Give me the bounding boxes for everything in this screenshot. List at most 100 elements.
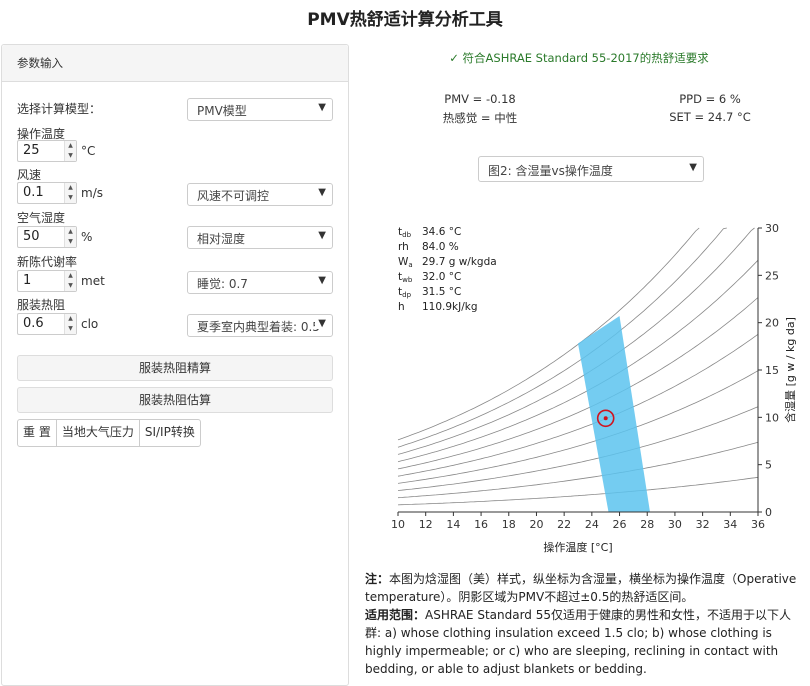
air-speed-unit: m/s — [81, 186, 103, 200]
chevron-down-icon: ▼ — [315, 230, 326, 241]
x-tick-label: 18 — [502, 518, 516, 531]
readout-value: 31.5 °C — [422, 286, 461, 298]
air-speed-value: 0.1 — [23, 185, 44, 200]
x-tick-label: 36 — [751, 518, 765, 531]
up-arrow-icon[interactable]: ▲ — [65, 183, 76, 193]
down-arrow-icon[interactable]: ▼ — [65, 151, 76, 161]
readout-symbol: h — [398, 301, 405, 313]
current-state-point — [603, 416, 608, 421]
y-axis-label: 含湿量 [g w / kg da] — [783, 317, 797, 423]
up-arrow-icon[interactable]: ▲ — [65, 141, 76, 151]
readout-symbol: twb — [398, 271, 413, 284]
humidity-select-value: 相对湿度 — [197, 232, 246, 246]
down-arrow-icon[interactable]: ▼ — [65, 281, 76, 291]
op-temp-unit: °C — [81, 144, 96, 158]
chevron-down-icon: ▼ — [315, 187, 326, 198]
met-value: 1 — [23, 273, 32, 288]
x-tick-label: 24 — [585, 518, 599, 531]
spinner-arrows[interactable]: ▲ ▼ — [64, 141, 76, 161]
scope-label: 适用范围： — [365, 608, 426, 622]
readout-symbol: Wa — [398, 256, 413, 269]
x-tick-label: 20 — [529, 518, 543, 531]
spinner-arrows[interactable]: ▲ ▼ — [64, 271, 76, 291]
readout-value: 32.0 °C — [422, 271, 461, 283]
clo-detail-button[interactable]: 服装热阻精算 — [17, 355, 333, 381]
chart-select[interactable]: 图2: 含湿量vs操作温度 ▼ — [478, 156, 704, 182]
up-arrow-icon[interactable]: ▲ — [65, 227, 76, 237]
clo-select[interactable]: 夏季室内典型着装: 0.5 ▼ — [187, 314, 333, 337]
y-tick-label: 5 — [765, 459, 772, 472]
spinner-arrows[interactable]: ▲ ▼ — [64, 183, 76, 203]
clo-value: 0.6 — [23, 316, 44, 331]
readout-symbol: tdb — [398, 226, 412, 239]
y-tick-label: 10 — [765, 411, 779, 424]
rh-curve-10 — [397, 476, 759, 506]
readout-symbol: tdp — [398, 286, 412, 299]
model-label: 选择计算模型： — [17, 102, 102, 116]
psychrometric-chart[interactable]: 10 12 14 16 18 20 22 24 26 28 30 32 34 360 5 10 15 20 25 30… — [360, 215, 810, 560]
note-text: 本图为焓湿图（美）样式，纵坐标为含湿量，横坐标为操作温度（Operative t… — [365, 572, 797, 604]
down-arrow-icon[interactable]: ▼ — [65, 237, 76, 247]
op-temp-input[interactable]: 25 ▲ ▼ — [17, 140, 77, 162]
down-arrow-icon[interactable]: ▼ — [65, 324, 76, 334]
x-tick-label: 34 — [723, 518, 737, 531]
x-tick-label: 32 — [696, 518, 710, 531]
readout-value: 34.6 °C — [422, 226, 461, 238]
air-speed-input[interactable]: 0.1 ▲ ▼ — [17, 182, 77, 204]
x-tick-label: 26 — [613, 518, 627, 531]
sensation-result: 热感觉 = 中性 — [442, 111, 518, 125]
rh-curve-60 — [397, 297, 759, 470]
up-arrow-icon[interactable]: ▲ — [65, 314, 76, 324]
pressure-button[interactable]: 当地大气压力 — [57, 420, 140, 446]
clo-estimate-button[interactable]: 服装热阻估算 — [17, 387, 333, 413]
rh-curve-40 — [397, 370, 759, 484]
clo-label: 服装热阻 — [17, 298, 66, 312]
chevron-down-icon: ▼ — [315, 275, 326, 286]
readout-value: 84.0 % — [422, 241, 459, 253]
air-speed-select[interactable]: 风速不可调控 ▼ — [187, 183, 333, 206]
air-speed-select-value: 风速不可调控 — [197, 189, 270, 203]
x-tick-label: 22 — [557, 518, 571, 531]
clo-input[interactable]: 0.6 ▲ ▼ — [17, 313, 77, 335]
spinner-arrows[interactable]: ▲ ▼ — [64, 227, 76, 247]
y-tick-label: 0 — [765, 506, 772, 519]
chevron-down-icon: ▼ — [689, 162, 697, 173]
clo-select-value: 夏季室内典型着装: 0.5 — [197, 320, 320, 334]
humidity-value: 50 — [23, 229, 40, 244]
down-arrow-icon[interactable]: ▼ — [65, 193, 76, 203]
scope-text: ASHRAE Standard 55仅适用于健康的男性和女性，不适用于以下人群:… — [365, 608, 791, 676]
met-select[interactable]: 睡觉: 0.7 ▼ — [187, 271, 333, 294]
x-tick-label: 12 — [419, 518, 433, 531]
x-axis-label: 操作温度 [°C] — [543, 540, 612, 554]
x-tick-label: 30 — [668, 518, 682, 531]
note-label: 注： — [365, 572, 390, 586]
pmv-result: PMV = -0.18 — [444, 92, 516, 106]
ppd-result: PPD = 6 % — [679, 92, 741, 106]
parameter-panel: 参数输入 选择计算模型： PMV模型 ▼ 操作温度 25 ▲ ▼ °C 风速 0.… — [1, 44, 349, 686]
model-select-value: PMV模型 — [197, 104, 247, 118]
reset-button[interactable]: 重 置 — [18, 420, 57, 446]
humidity-input[interactable]: 50 ▲ ▼ — [17, 226, 77, 248]
chevron-down-icon: ▼ — [315, 318, 326, 329]
readout-symbol: rh — [398, 241, 409, 253]
spinner-arrows[interactable]: ▲ ▼ — [64, 314, 76, 334]
rh-curve-20 — [397, 441, 759, 499]
op-temp-value: 25 — [23, 143, 40, 158]
y-tick-label: 30 — [765, 222, 779, 235]
met-input[interactable]: 1 ▲ ▼ — [17, 270, 77, 292]
readout-value: 29.7 g w/kgda — [422, 256, 497, 268]
humidity-select[interactable]: 相对湿度 ▼ — [187, 226, 333, 249]
chart-select-value: 图2: 含湿量vs操作温度 — [488, 164, 613, 178]
si-ip-button[interactable]: SI/IP转换 — [140, 420, 200, 446]
y-tick-label: 15 — [765, 364, 779, 377]
y-tick-label: 25 — [765, 269, 779, 282]
comfort-zone — [578, 316, 650, 512]
x-tick-label: 14 — [446, 518, 460, 531]
met-label: 新陈代谢率 — [17, 255, 78, 269]
met-select-value: 睡觉: 0.7 — [197, 277, 248, 291]
model-select[interactable]: PMV模型 ▼ — [187, 98, 333, 121]
x-tick-label: 16 — [474, 518, 488, 531]
clo-unit: clo — [81, 317, 99, 331]
humidity-unit: % — [81, 230, 93, 244]
up-arrow-icon[interactable]: ▲ — [65, 271, 76, 281]
